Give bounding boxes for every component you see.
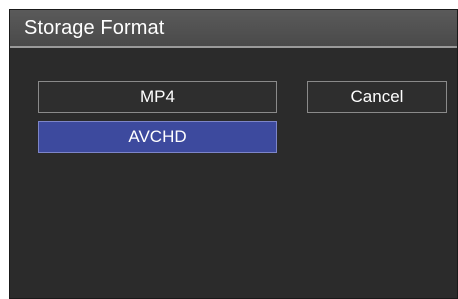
avchd-option-button[interactable]: AVCHD [38, 121, 277, 153]
title-bar: Storage Format [10, 10, 457, 48]
mp4-option-label: MP4 [140, 87, 175, 106]
storage-format-dialog: Storage Format MP4 AVCHD Cancel [9, 9, 458, 299]
avchd-option-label: AVCHD [128, 127, 187, 146]
mp4-option-button[interactable]: MP4 [38, 81, 277, 113]
dialog-title: Storage Format [24, 17, 165, 39]
cancel-button[interactable]: Cancel [307, 81, 447, 113]
cancel-label: Cancel [350, 87, 404, 106]
